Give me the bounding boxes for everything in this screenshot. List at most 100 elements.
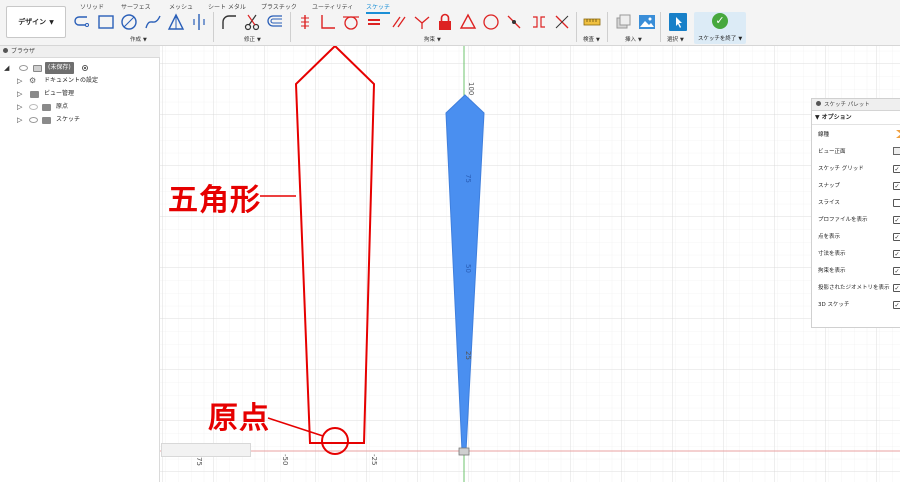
collapse-dot-icon[interactable] — [3, 48, 8, 53]
palette-row-3d-sketch: 3D スケッチ ✓ — [818, 297, 900, 313]
midpoint-constraint-icon[interactable] — [505, 13, 523, 31]
palette-row-show-projected-geometry: 投影されたジオメトリを表示 ✓ — [818, 280, 900, 296]
palette-header[interactable]: スケッチ パレット — [812, 99, 900, 111]
create-menu[interactable]: 作成 ▼ — [130, 35, 147, 43]
expand-triangle-icon[interactable]: ▷ — [17, 88, 22, 100]
3d-sketch-checkbox[interactable]: ✓ — [893, 301, 900, 309]
options-section-label: オプション — [821, 114, 852, 121]
eye-icon[interactable] — [29, 117, 38, 123]
snap-checkbox[interactable]: ✓ — [893, 182, 900, 190]
offset-icon[interactable] — [266, 13, 284, 31]
insert-derive-icon[interactable] — [614, 13, 632, 31]
browser-header[interactable]: ブラウザ — [0, 46, 160, 58]
browser-root-row[interactable]: ◢ (未保存) — [0, 62, 160, 74]
slice-checkbox[interactable] — [893, 199, 900, 207]
expand-triangle-icon[interactable]: ◢ — [4, 62, 9, 74]
tab-utility[interactable]: ユーティリティ — [312, 2, 353, 11]
palette-title: スケッチ パレット — [824, 102, 870, 108]
sketch-canvas[interactable]: 100 75 50 25 75 -50 -25 — [160, 46, 900, 482]
select-menu[interactable]: 選択 ▼ — [667, 35, 684, 43]
show-dimensions-checkbox[interactable]: ✓ — [893, 250, 900, 258]
concentric-constraint-icon[interactable] — [482, 13, 500, 31]
y-axis-tick-75: 75 — [464, 174, 472, 183]
palette-row-slice: スライス — [818, 195, 900, 211]
view-icon[interactable] — [893, 147, 900, 155]
browser-item-label: スケッチ — [56, 116, 81, 123]
trim-scissors-icon[interactable] — [243, 13, 261, 31]
eye-icon[interactable] — [29, 104, 38, 110]
options-section[interactable]: ▼ オプション — [812, 111, 900, 125]
tab-plastic[interactable]: プラスチック — [261, 2, 297, 11]
show-points-checkbox[interactable]: ✓ — [893, 233, 900, 241]
pentagon-annotation: 五角形 — [168, 183, 261, 218]
browser-item-sketches[interactable]: ▷ スケッチ — [0, 114, 160, 126]
parallel-constraint-icon[interactable] — [390, 13, 408, 31]
workspace-switcher[interactable]: デザイン ▼ — [6, 6, 66, 38]
tab-sheet-metal[interactable]: シート メタル — [208, 2, 246, 11]
modify-menu[interactable]: 修正 ▼ — [244, 35, 261, 43]
rectangle-tool-icon[interactable] — [97, 13, 115, 31]
origin-annotation: 原点 — [208, 401, 270, 436]
eye-icon[interactable] — [19, 65, 28, 71]
insert-menu[interactable]: 挿入 ▼ — [625, 35, 642, 43]
insert-image-icon[interactable] — [638, 13, 656, 31]
palette-row-label: 投影されたジオメトリを表示 — [818, 285, 890, 291]
origin-point-icon[interactable] — [458, 447, 470, 456]
polygon-tool-icon[interactable] — [167, 13, 185, 31]
tab-surface[interactable]: サーフェス — [121, 2, 151, 11]
mirror-line-icon[interactable] — [190, 13, 208, 31]
chevron-down-icon: ▼ — [738, 36, 743, 42]
inspect-menu[interactable]: 検査 ▼ — [583, 35, 600, 43]
line-type-icon[interactable] — [896, 130, 900, 138]
sketch-grid-checkbox[interactable]: ✓ — [893, 165, 900, 173]
equal-constraint-icon[interactable] — [365, 13, 383, 31]
collinear-constraint-icon[interactable] — [413, 13, 431, 31]
show-profile-checkbox[interactable]: ✓ — [893, 216, 900, 224]
symmetry-constraint-icon[interactable] — [530, 13, 548, 31]
active-radio-icon[interactable] — [82, 65, 88, 71]
lock-icon[interactable] — [436, 13, 454, 31]
select-cursor-icon[interactable] — [669, 13, 687, 31]
perpendicular-constraint-icon[interactable] — [319, 13, 337, 31]
arc-tool-icon[interactable] — [144, 13, 162, 31]
divider — [576, 12, 577, 42]
finish-sketch-button[interactable]: ✓ スケッチを終了 ▼ — [694, 12, 746, 44]
folder-icon — [42, 117, 51, 124]
document-name: (未保存) — [45, 62, 74, 74]
circle-tool-icon[interactable] — [120, 13, 138, 31]
palette-row-label: 線種 — [818, 132, 830, 138]
triangle-constraint-icon[interactable] — [459, 13, 477, 31]
constraints-menu[interactable]: 拘束 ▼ — [424, 35, 441, 43]
measure-ruler-icon[interactable] — [583, 13, 601, 31]
show-constraints-checkbox[interactable]: ✓ — [893, 267, 900, 275]
tangent-constraint-icon[interactable] — [342, 13, 360, 31]
expand-triangle-icon[interactable]: ▷ — [17, 114, 22, 126]
palette-row-label: ビュー正面 — [818, 149, 846, 155]
expand-triangle-icon[interactable]: ▷ — [17, 75, 22, 87]
sketch-palette: スケッチ パレット ▼ オプション 線種 ビュー正面 スケッチ グリッド ✓ スナ… — [811, 98, 900, 328]
expand-triangle-icon[interactable]: ▷ — [17, 101, 22, 113]
divider — [290, 12, 291, 42]
palette-row-show-profile: プロファイルを表示 ✓ — [818, 212, 900, 228]
show-projected-geometry-checkbox[interactable]: ✓ — [893, 284, 900, 292]
chevron-down-icon: ▼ — [49, 18, 54, 26]
tab-mesh[interactable]: メッシュ — [169, 2, 193, 11]
collapse-dot-icon[interactable] — [816, 101, 821, 106]
fillet-icon[interactable] — [220, 13, 238, 31]
fix-constraint-icon[interactable] — [296, 13, 314, 31]
palette-row-look-at: ビュー正面 — [818, 144, 900, 160]
tab-solid[interactable]: ソリッド — [80, 2, 104, 11]
folder-icon — [42, 104, 51, 111]
palette-row-label: プロファイルを表示 — [818, 217, 868, 223]
coincident-constraint-icon[interactable] — [553, 13, 571, 31]
divider — [213, 12, 214, 42]
palette-row-line-type: 線種 — [818, 127, 900, 143]
palette-row-label: スライス — [818, 200, 840, 206]
palette-row-show-points: 点を表示 ✓ — [818, 229, 900, 245]
line-tool-icon[interactable] — [73, 13, 91, 31]
browser-item-origin[interactable]: ▷ 原点 — [0, 101, 160, 113]
palette-row-label: 点を表示 — [818, 234, 841, 240]
browser-item-document-settings[interactable]: ▷ ⚙ ドキュメントの設定 — [0, 75, 160, 87]
browser-item-named-views[interactable]: ▷ ビュー管理 — [0, 88, 160, 100]
canvas-drawing — [160, 46, 900, 482]
